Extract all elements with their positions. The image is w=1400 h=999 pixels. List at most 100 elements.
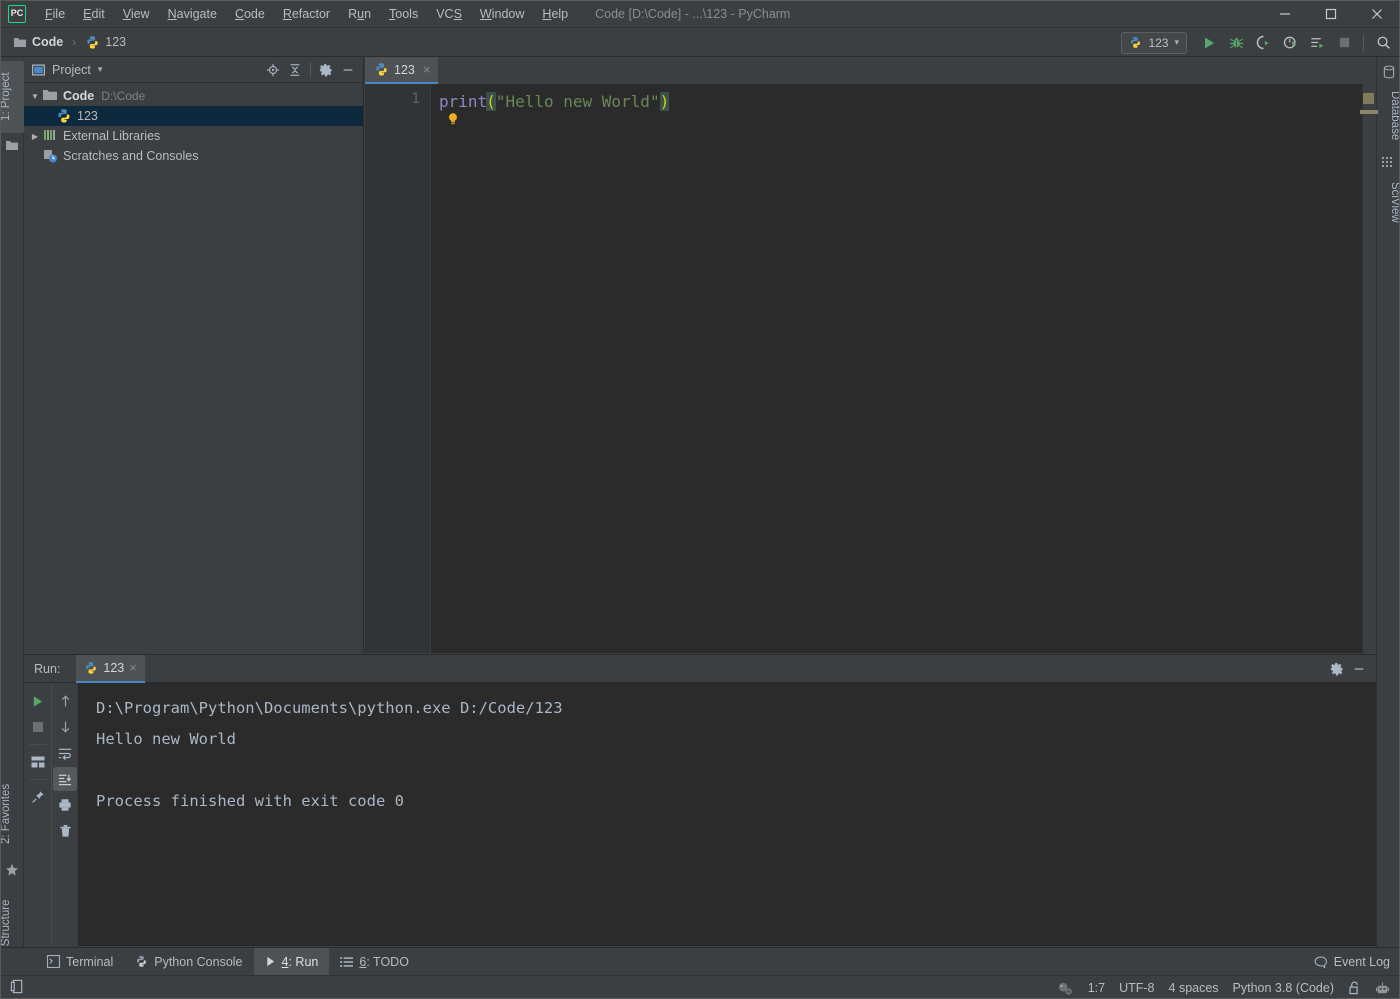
bottom-tab-run[interactable]: 4: Run	[253, 947, 330, 976]
print-button[interactable]	[53, 793, 77, 817]
tree-node-code[interactable]: ▼ Code D:\Code	[24, 86, 363, 106]
project-settings-button[interactable]	[315, 59, 337, 81]
breadcrumb-separator: ›	[72, 35, 77, 49]
menu-item-refactor[interactable]: Refactor	[274, 0, 339, 28]
project-panel-buttons	[262, 59, 363, 81]
bottom-tab-terminal[interactable]: Terminal	[36, 948, 124, 976]
breadcrumb-label-code: Code	[32, 35, 64, 49]
debug-button[interactable]	[1223, 31, 1249, 55]
bottom-tab-todo[interactable]: 6: TODO	[329, 948, 420, 976]
menu-item-file[interactable]: File	[36, 0, 74, 28]
project-panel-header: Project ▾	[24, 57, 363, 83]
chevron-down-icon[interactable]: ▾	[98, 64, 103, 75]
indent-setting[interactable]: 4 spaces	[1169, 981, 1219, 995]
run-toolbar-primary	[24, 683, 51, 946]
menu-item-navigate[interactable]: Navigate	[159, 0, 226, 28]
code-marker-line[interactable]	[1360, 110, 1378, 114]
menu-item-vcs[interactable]: VCS	[427, 0, 471, 28]
bottom-tab-label-terminal: Terminal	[66, 954, 114, 969]
bottom-tool-bar: Terminal Python Console 4: Run 6: TODO E…	[0, 947, 1400, 976]
clear-all-button[interactable]	[53, 819, 77, 843]
left-tool-strip: 1: Project 2: Favorites 7: Structure	[0, 57, 24, 990]
status-bar: 1:7 UTF-8 4 spaces Python 3.8 (Code)	[0, 975, 1400, 999]
bottom-tab-python-console[interactable]: Python Console	[124, 948, 253, 976]
chevron-down-icon: ▾	[1174, 37, 1179, 47]
breadcrumb-code[interactable]: Code	[10, 28, 66, 57]
hide-run-panel-button[interactable]	[1348, 658, 1370, 680]
collapse-arrow-icon[interactable]: ▶	[28, 132, 42, 141]
toolbar-separator	[1363, 34, 1364, 51]
bottom-tab-label-todo: 6: TODO	[359, 954, 409, 969]
menu-item-view[interactable]: View	[114, 0, 159, 28]
profile-button[interactable]	[1277, 31, 1303, 55]
event-log-button[interactable]: Event Log	[1314, 948, 1400, 976]
up-the-stack-button[interactable]	[53, 689, 77, 713]
tree-node-scratches-and-consoles[interactable]: Scratches and Consoles	[24, 146, 363, 166]
down-the-stack-button[interactable]	[53, 715, 77, 739]
run-configuration-selector[interactable]: 123 ▾	[1121, 31, 1187, 54]
close-tab-icon[interactable]: ×	[423, 62, 431, 77]
menu-item-run[interactable]: Run	[339, 0, 380, 28]
run-button[interactable]	[1196, 31, 1222, 55]
tree-label-123: 123	[77, 109, 98, 123]
run-tab-label: 123	[103, 660, 125, 675]
tree-node-external-libraries[interactable]: ▶ External Libraries	[24, 126, 363, 146]
run-panel-buttons	[1326, 658, 1376, 680]
file-encoding[interactable]: UTF-8	[1119, 981, 1154, 995]
close-window-button[interactable]	[1354, 0, 1400, 28]
menu-item-edit[interactable]: Edit	[74, 0, 114, 28]
menu-item-code[interactable]: Code	[226, 0, 274, 28]
pin-tab-button[interactable]	[26, 785, 50, 809]
python-interpreter[interactable]: Python 3.8 (Code)	[1233, 981, 1334, 995]
maximize-window-button[interactable]	[1308, 0, 1354, 28]
editor-tab-123[interactable]: 123 ×	[365, 57, 439, 84]
lightbulb-icon[interactable]	[445, 111, 461, 127]
unlocked-icon[interactable]	[1348, 981, 1361, 995]
menu-item-help[interactable]: Help	[533, 0, 577, 28]
editor-tab-label: 123	[394, 62, 415, 77]
tree-sublabel-code: D:\Code	[101, 89, 146, 103]
stop-process-button[interactable]	[26, 715, 50, 739]
soft-wrap-button[interactable]	[53, 741, 77, 765]
bot-icon[interactable]	[1375, 981, 1390, 996]
sidebar-tab-project[interactable]: 1: Project	[0, 61, 24, 133]
editor-marker-stripe[interactable]	[1360, 84, 1378, 653]
tree-label-external-libraries: External Libraries	[63, 129, 161, 143]
run-with-coverage-button[interactable]	[1250, 31, 1276, 55]
breadcrumb-123[interactable]: 123	[82, 28, 129, 57]
star-icon	[5, 863, 19, 877]
code-token-close-paren: )	[659, 92, 670, 111]
search-everywhere-button[interactable]	[1370, 31, 1396, 55]
sidebar-tab-favorites[interactable]: 2: Favorites	[0, 771, 24, 857]
run-console-output[interactable]: D:\Program\Python\Documents\python.exe D…	[78, 683, 1376, 946]
menu-item-window[interactable]: Window	[471, 0, 533, 28]
collapse-all-button[interactable]	[284, 59, 306, 81]
toggle-toolwindows-icon[interactable]	[10, 979, 25, 997]
minimize-window-button[interactable]	[1262, 0, 1308, 28]
menu-item-tools[interactable]: Tools	[380, 0, 427, 28]
close-run-tab-icon[interactable]: ×	[129, 660, 137, 675]
python-file-icon	[376, 63, 387, 76]
run-settings-button[interactable]	[1326, 658, 1348, 680]
layout-settings-button[interactable]	[26, 750, 50, 774]
sidebar-tab-database[interactable]: Database	[1377, 83, 1400, 149]
run-tests-button[interactable]	[1304, 31, 1330, 55]
python-file-icon	[87, 35, 98, 49]
code-pane[interactable]: print("Hello new World")	[431, 84, 1362, 653]
hide-panel-button[interactable]	[337, 59, 359, 81]
run-tab-123[interactable]: 123 ×	[76, 654, 145, 683]
inspections-icon[interactable]	[1057, 981, 1074, 996]
stop-button[interactable]	[1331, 31, 1357, 55]
caret-position[interactable]: 1:7	[1088, 981, 1105, 995]
locate-file-button[interactable]	[262, 59, 284, 81]
scroll-to-end-button[interactable]	[53, 767, 77, 791]
bottom-tab-label-python-console: Python Console	[154, 954, 243, 969]
expand-arrow-icon[interactable]: ▼	[28, 92, 42, 101]
rerun-button[interactable]	[26, 689, 50, 713]
run-panel-header: Run: 123 ×	[24, 654, 1376, 683]
sidebar-tab-sciview[interactable]: SciView	[1377, 173, 1400, 231]
window-title: Code [D:\Code] - ...\123 - PyCharm	[595, 6, 791, 21]
code-marker-block[interactable]	[1363, 93, 1374, 104]
navigation-bar: Code › 123 123 ▾	[0, 28, 1400, 57]
tree-node-123[interactable]: 123	[24, 106, 363, 126]
